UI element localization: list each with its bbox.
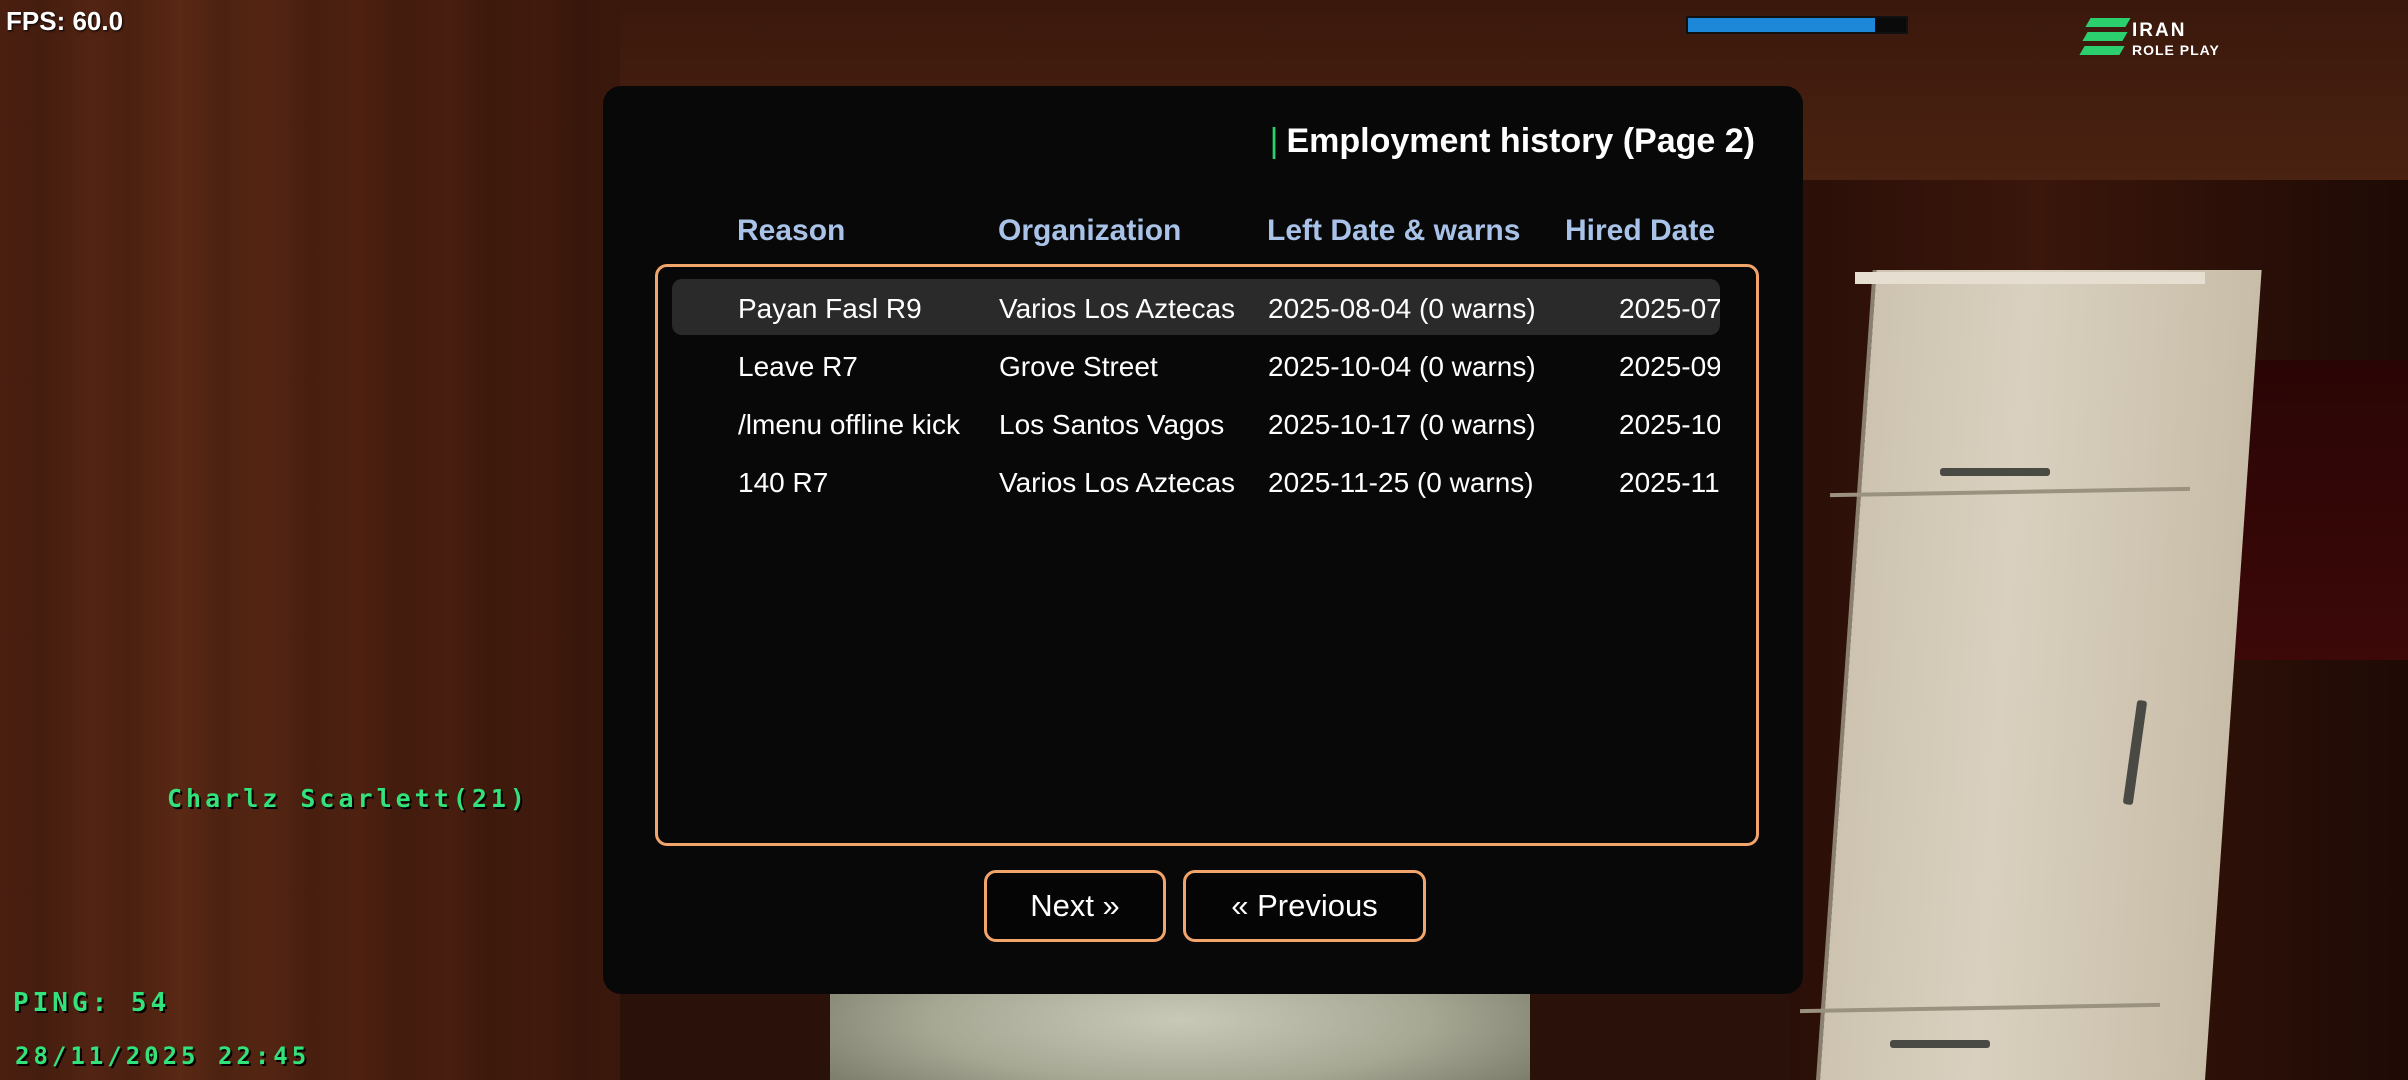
history-table: Payan Fasl R9 Varios Los Aztecas 2025-08-0… [655, 264, 1759, 846]
cell-hired-date: 2025-11-0 [1619, 467, 1720, 498]
employment-history-dialog: | Employment history (Page 2) Reason Orga… [603, 86, 1803, 994]
cell-left-date: 2025-08-04 (0 warns) [1268, 293, 1536, 324]
fridge-freezer-handle [1940, 468, 2050, 476]
table-row[interactable]: Payan Fasl R9 Varios Los Aztecas 2025-08-0… [672, 279, 1720, 335]
logo-title: IRAN [2132, 20, 2187, 41]
cell-left-date: 2025-10-04 (0 warns) [1268, 351, 1536, 382]
history-table-rows: Payan Fasl R9 Varios Los Aztecas 2025-08-0… [672, 279, 1720, 839]
date-time-display: 28/11/2025 22:45 [15, 1042, 311, 1070]
table-row[interactable]: Leave R7 Grove Street 2025-10-04 (0 warns)… [672, 337, 1720, 393]
cell-reason: /lmenu offline kick [738, 409, 961, 440]
fridge-top-edge [1855, 272, 2205, 284]
logo-subtitle: ROLE PLAY [2132, 42, 2220, 58]
cell-hired-date: 2025-07-3 [1619, 293, 1720, 324]
next-page-button[interactable]: Next » [984, 870, 1166, 942]
table-row[interactable]: /lmenu offline kick Los Santos Vagos 2025-… [672, 395, 1720, 451]
cell-organization: Grove Street [999, 351, 1158, 382]
cell-hired-date: 2025-09-2 [1619, 351, 1720, 382]
dialog-title: | Employment history (Page 2) [1270, 122, 1755, 161]
cell-reason: Payan Fasl R9 [738, 293, 922, 324]
cell-reason: 140 R7 [738, 467, 829, 498]
dialog-title-text: Employment history (Page 2) [1286, 122, 1755, 160]
cell-organization: Varios Los Aztecas [999, 467, 1236, 498]
player-name-tag: Charlz Scarlett(21) [167, 784, 529, 813]
cell-organization: Los Santos Vagos [999, 409, 1225, 440]
column-header-organization[interactable]: Organization [998, 214, 1181, 248]
fridge-drawer-handle [1890, 1040, 1990, 1048]
health-bar-fill [1688, 18, 1876, 32]
cell-organization: Varios Los Aztecas [999, 293, 1236, 324]
table-row[interactable]: 140 R7 Varios Los Aztecas 2025-11-25 (0 wa… [672, 453, 1720, 509]
cell-left-date: 2025-10-17 (0 warns) [1268, 409, 1536, 440]
column-header-reason[interactable]: Reason [737, 214, 845, 248]
server-logo: IRAN ROLE PLAY [2079, 14, 2228, 64]
left-wall [0, 0, 620, 1080]
title-marker: | [1269, 122, 1279, 160]
column-header-hired-date[interactable]: Hired Date [1565, 214, 1715, 248]
column-header-left-date[interactable]: Left Date & warns [1267, 214, 1520, 248]
cell-left-date: 2025-11-25 (0 warns) [1268, 467, 1534, 498]
fridge [1820, 270, 2262, 1080]
fps-counter: FPS: 60.0 [6, 6, 124, 36]
cell-reason: Leave R7 [738, 351, 858, 382]
cell-hired-date: 2025-10-0 [1619, 409, 1720, 440]
ping-display: PING: 54 [13, 988, 171, 1018]
previous-page-button[interactable]: « Previous [1183, 870, 1426, 942]
health-bar [1686, 16, 1908, 34]
